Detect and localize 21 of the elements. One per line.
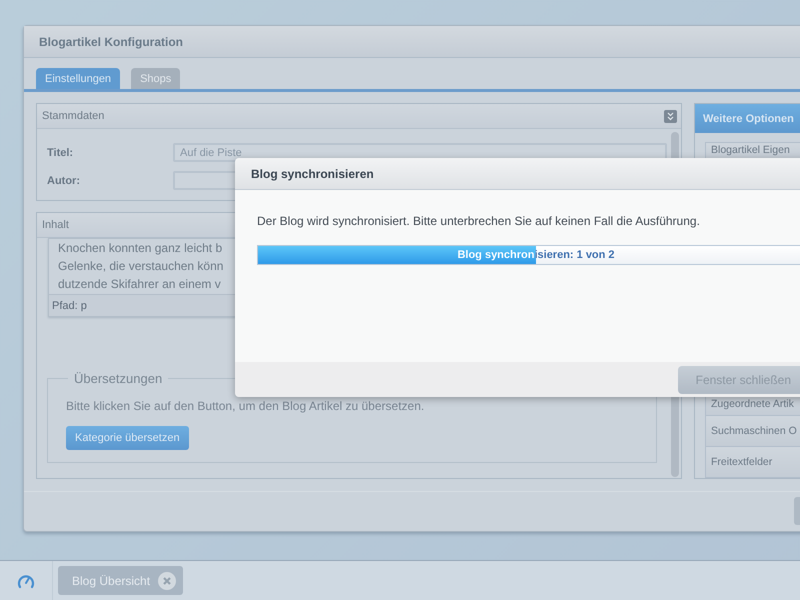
fieldset-legend: Übersetzungen: [68, 371, 168, 386]
tab[interactable]: Einstellungen: [36, 68, 120, 89]
options-item[interactable]: Freitextfelder: [704, 446, 800, 478]
hint-text: Bitte klicken Sie auf den Button, um den Blog Artikel zu übersetzen.: [66, 399, 426, 413]
options-item[interactable]: Suchmaschinen O: [704, 415, 800, 447]
editor-text-line: Knochen konnten ganz leicht b: [58, 240, 222, 257]
editor-text-line: dutzende Skifahrer an einem v: [58, 276, 221, 293]
translate-button[interactable]: Kategorie übersetzen: [66, 426, 189, 450]
panel-title: Inhalt: [42, 219, 69, 231]
panel-title: Weitere Optionen: [702, 112, 794, 124]
panel-title: Stammdaten: [42, 110, 104, 122]
taskbar-tab[interactable]: Blog Übersicht: [58, 566, 184, 595]
editor-text-line: Gelenke, die verstauchen könn: [58, 258, 224, 275]
dialog-title: Blog synchronisieren: [251, 166, 374, 180]
path-label: Pfad: p: [52, 300, 87, 312]
field-label: Autor:: [47, 174, 81, 186]
tab-label: Blog Übersicht: [72, 574, 150, 588]
tab[interactable]: Shops: [131, 68, 180, 89]
dialog-message: Der Blog wird synchronisiert. Bitte unterbrechen Sie auf keinen Fall die Ausführung.: [257, 214, 701, 228]
window-title: Blogartikel Konfiguration: [39, 34, 183, 48]
field-label: Titel:: [47, 146, 74, 158]
